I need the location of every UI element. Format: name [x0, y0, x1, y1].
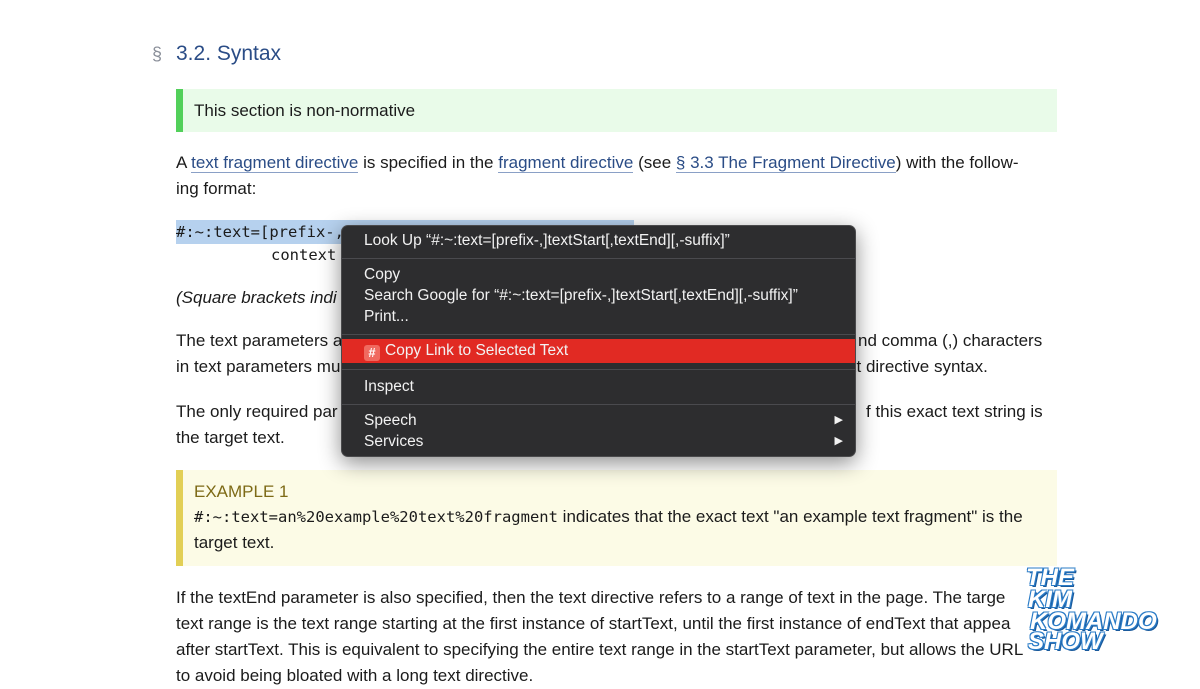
- text-span: xt directive syntax.: [848, 357, 988, 376]
- example-label: EXAMPLE 1: [194, 482, 289, 501]
- menu-item-copy[interactable]: Copy: [342, 264, 855, 285]
- menu-item-services[interactable]: Services ▶: [342, 431, 855, 452]
- menu-separator: [342, 404, 855, 405]
- menu-item-speech[interactable]: Speech ▶: [342, 410, 855, 431]
- menu-item-label: Copy Link to Selected Text: [385, 342, 569, 359]
- menu-item-look-up[interactable]: Look Up “#:~:text=[prefix-,]textStart[,t…: [342, 230, 855, 251]
- paragraph-intro: A text fragment directive is specified i…: [176, 150, 1056, 202]
- paragraph-textend-line-2: text range is the text range starting at…: [176, 614, 1011, 633]
- example-body: #:~:text=an%20example%20text%20fragment …: [194, 504, 1057, 530]
- kim-komando-show-logo: THE KIM KOMANDO SHOW: [1000, 565, 1190, 660]
- menu-separator: [342, 369, 855, 370]
- menu-item-search-google[interactable]: Search Google for “#:~:text=[prefix-,]te…: [342, 285, 855, 306]
- example-body-line-2: target text.: [194, 533, 275, 552]
- text-span: (see: [633, 153, 676, 172]
- menu-item-print[interactable]: Print...: [342, 306, 855, 327]
- hash-link-icon: #: [364, 345, 380, 361]
- text-span: The text parameters a: [176, 331, 343, 350]
- text-span: is specified in the: [358, 153, 499, 172]
- text-span: nd comma (,) characters: [858, 331, 1043, 350]
- menu-item-copy-link-to-selected-text[interactable]: # Copy Link to Selected Text: [342, 339, 855, 363]
- logo-line: SHOW: [1028, 628, 1103, 655]
- menu-item-label: Speech: [364, 412, 417, 429]
- submenu-arrow-icon: ▶: [834, 435, 843, 447]
- example-code: #:~:text=an%20example%20text%20fragment: [194, 508, 558, 526]
- link-text-fragment-directive[interactable]: text fragment directive: [191, 153, 359, 173]
- text-span: in text parameters mu: [176, 357, 341, 376]
- paragraph-textend: If the textEnd parameter is also specifi…: [176, 585, 1056, 689]
- menu-separator: [342, 258, 855, 259]
- link-fragment-directive[interactable]: fragment directive: [498, 153, 634, 173]
- paragraph-textend-line-4: to avoid being bloated with a long text …: [176, 666, 534, 685]
- menu-item-label: Services: [364, 433, 424, 450]
- context-menu: Look Up “#:~:text=[prefix-,]textStart[,t…: [341, 225, 856, 457]
- non-normative-note: This section is non-normative: [176, 89, 1057, 132]
- text-span: ) with the follow-: [895, 153, 1019, 172]
- example-text: indicates that the exact text "an exampl…: [557, 507, 1023, 526]
- link-section-3-3[interactable]: § 3.3 The Fragment Directive: [675, 153, 896, 173]
- paragraph-intro-line-1: A text fragment directive is specified i…: [176, 150, 1056, 176]
- menu-item-inspect[interactable]: Inspect: [342, 376, 855, 397]
- note-text: This section is non-normative: [194, 100, 416, 120]
- text-span: A: [176, 153, 192, 172]
- section-title: 3.2. Syntax: [176, 42, 282, 65]
- text-span: The only required par: [176, 402, 338, 421]
- text-span: f this exact text string is: [866, 402, 1043, 421]
- paragraph-textend-line-3: after startText. This is equivalent to s…: [176, 640, 1024, 659]
- paragraph-intro-line-2: ing format:: [176, 179, 257, 198]
- example-box: EXAMPLE 1 #:~:text=an%20example%20text%2…: [176, 470, 1057, 566]
- menu-separator: [342, 334, 855, 335]
- submenu-arrow-icon: ▶: [834, 414, 843, 426]
- paragraph-textend-line-1: If the textEnd parameter is also specifi…: [176, 588, 1006, 607]
- syntax-code-line-2: context: [271, 246, 337, 264]
- section-anchor-icon[interactable]: §: [152, 44, 162, 65]
